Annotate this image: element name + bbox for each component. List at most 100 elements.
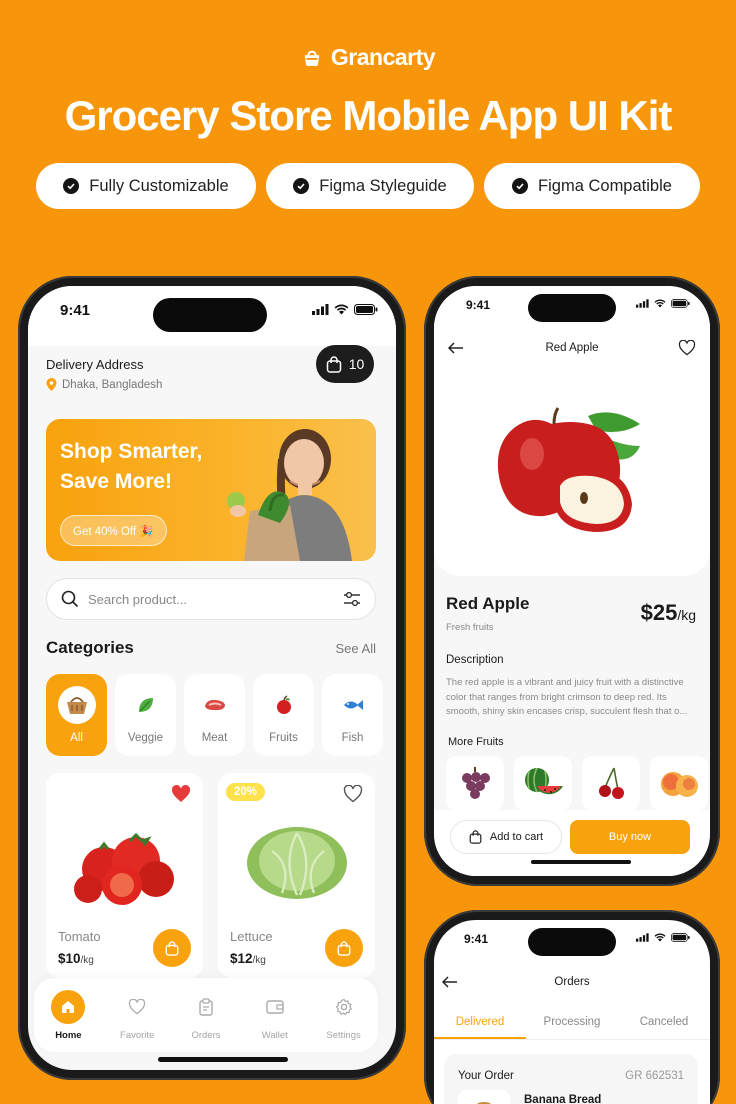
price-unit: /kg — [252, 955, 266, 966]
apple-icon — [265, 686, 303, 724]
tab-orders[interactable]: Orders — [176, 990, 236, 1041]
cart-button[interactable]: 10 — [316, 345, 374, 383]
search-bar[interactable]: Search product... — [46, 578, 376, 620]
orders-phone: 9:41 Orders Delivered Processing Cancele… — [424, 910, 720, 1104]
peach-icon — [661, 772, 698, 797]
add-to-cart-button[interactable]: Add to cart — [450, 820, 562, 854]
description-text: The red apple is a vibrant and juicy fru… — [446, 677, 688, 717]
battery-icon — [354, 304, 378, 315]
search-input[interactable]: Search product... — [88, 592, 334, 607]
feature-label: Figma Compatible — [538, 176, 672, 195]
fruit-card-peach[interactable] — [650, 756, 708, 810]
bread-icon — [476, 1102, 492, 1104]
tab-favorite[interactable]: Favorite — [107, 990, 167, 1041]
product-card-tomato[interactable]: Tomato $10/kg — [46, 773, 203, 978]
discount-badge: 20% — [226, 783, 266, 801]
order-id: GR 662531 — [625, 1070, 684, 1082]
tab-delivered[interactable]: Delivered — [434, 1016, 526, 1039]
product-name: Red Apple — [446, 594, 530, 613]
product-name: Tomato — [58, 929, 101, 944]
fruit-card-grapes[interactable] — [446, 756, 504, 810]
category-all[interactable]: All — [46, 674, 107, 756]
bottom-tab-bar: Home Favorite Orders Wallet Settings — [34, 978, 378, 1052]
feature-pill: Figma Styleguide — [266, 163, 474, 209]
category-list: All Veggie Meat Fruits Fish — [46, 674, 383, 756]
tab-wallet[interactable]: Wallet — [245, 990, 305, 1041]
home-indicator — [158, 1057, 288, 1062]
banana-bread-thumbnail — [458, 1090, 510, 1104]
delivery-location-text: Dhaka, Bangladesh — [62, 378, 163, 391]
tab-canceled[interactable]: Canceled — [618, 1016, 710, 1039]
detail-screen: 9:41 Red Apple Red Apple Fresh fruits $2… — [434, 286, 710, 876]
brand: Grancarty — [0, 44, 736, 71]
status-icons — [636, 933, 690, 942]
tab-settings[interactable]: Settings — [314, 990, 374, 1041]
banner-cta-button[interactable]: Get 40% Off 🎉 — [60, 515, 167, 546]
add-to-cart-button[interactable] — [153, 929, 191, 967]
more-fruits-title: More Fruits — [448, 736, 504, 748]
grapes-icon — [462, 767, 490, 799]
buy-now-button[interactable]: Buy now — [570, 820, 690, 854]
basket-logo-icon — [304, 50, 320, 66]
basket-icon — [57, 686, 96, 724]
delivery-location[interactable]: Dhaka, Bangladesh — [46, 378, 162, 391]
feature-label: Fully Customizable — [89, 176, 229, 195]
status-time: 9:41 — [60, 302, 91, 319]
price-value: $12 — [230, 951, 253, 966]
product-category: Fresh fruits — [446, 622, 494, 633]
category-fruits[interactable]: Fruits — [253, 674, 314, 756]
heart-outline-icon[interactable] — [678, 340, 696, 356]
order-card[interactable]: Your Order GR 662531 Banana Bread — [444, 1054, 698, 1104]
product-name: Lettuce — [230, 929, 273, 944]
tab-home[interactable]: Home — [38, 989, 98, 1041]
category-veggie[interactable]: Veggie — [115, 674, 176, 756]
order-status-tabs: Delivered Processing Canceled — [434, 1016, 710, 1040]
screen-title: Orders — [554, 976, 590, 988]
product-price: $12/kg — [230, 951, 266, 966]
product-card-lettuce[interactable]: 20% Lettuce $12/kg — [218, 773, 375, 978]
cherry-icon — [599, 767, 624, 799]
heart-filled-icon[interactable] — [171, 785, 191, 803]
feature-pill: Fully Customizable — [36, 163, 256, 209]
category-label: Meat — [201, 732, 228, 744]
tomato-image — [74, 832, 174, 905]
watermelon-icon — [525, 767, 563, 795]
signal-icon — [636, 933, 649, 942]
category-meat[interactable]: Meat — [184, 674, 245, 756]
heart-outline-icon[interactable] — [343, 785, 363, 803]
more-fruits-list — [446, 756, 708, 810]
home-screen: 9:41 Delivery Address Dhaka, Bangladesh … — [28, 286, 396, 1070]
shopping-bag-icon — [337, 940, 351, 956]
feature-pill: Figma Compatible — [484, 163, 700, 209]
filter-icon[interactable] — [343, 591, 361, 607]
description-title: Description — [446, 654, 504, 666]
red-apple-image — [497, 407, 640, 532]
promo-banner[interactable]: Shop Smarter, Save More! Get 40% Off 🎉 — [46, 419, 376, 561]
home-indicator — [531, 860, 631, 864]
category-label: Fish — [341, 732, 364, 744]
home-phone: 9:41 Delivery Address Dhaka, Bangladesh … — [18, 276, 406, 1080]
orders-screen: 9:41 Orders Delivered Processing Cancele… — [434, 920, 710, 1104]
category-label: Fruits — [269, 732, 298, 744]
fruit-card-watermelon[interactable] — [514, 756, 572, 810]
shopping-bag-icon — [326, 355, 341, 373]
see-all-link[interactable]: See All — [336, 641, 376, 656]
product-hero — [434, 286, 710, 576]
purchase-bar: Add to cart Buy now — [434, 810, 710, 876]
status-time: 9:41 — [464, 932, 489, 946]
status-icons — [312, 304, 378, 315]
lettuce-image — [247, 827, 347, 899]
signal-icon — [312, 304, 329, 315]
add-to-cart-button[interactable] — [325, 929, 363, 967]
add-to-cart-label: Add to cart — [489, 831, 544, 843]
headline: Grocery Store Mobile App UI Kit — [64, 92, 673, 139]
categories-header: Categories See All — [46, 638, 376, 658]
category-fish[interactable]: Fish — [322, 674, 383, 756]
fruit-card-cherry[interactable] — [582, 756, 640, 810]
home-icon — [51, 989, 86, 1024]
cart-count: 10 — [348, 356, 365, 372]
wifi-icon — [334, 304, 349, 315]
price-value: $10 — [58, 951, 81, 966]
status-icons — [636, 299, 690, 308]
tab-processing[interactable]: Processing — [526, 1016, 618, 1039]
